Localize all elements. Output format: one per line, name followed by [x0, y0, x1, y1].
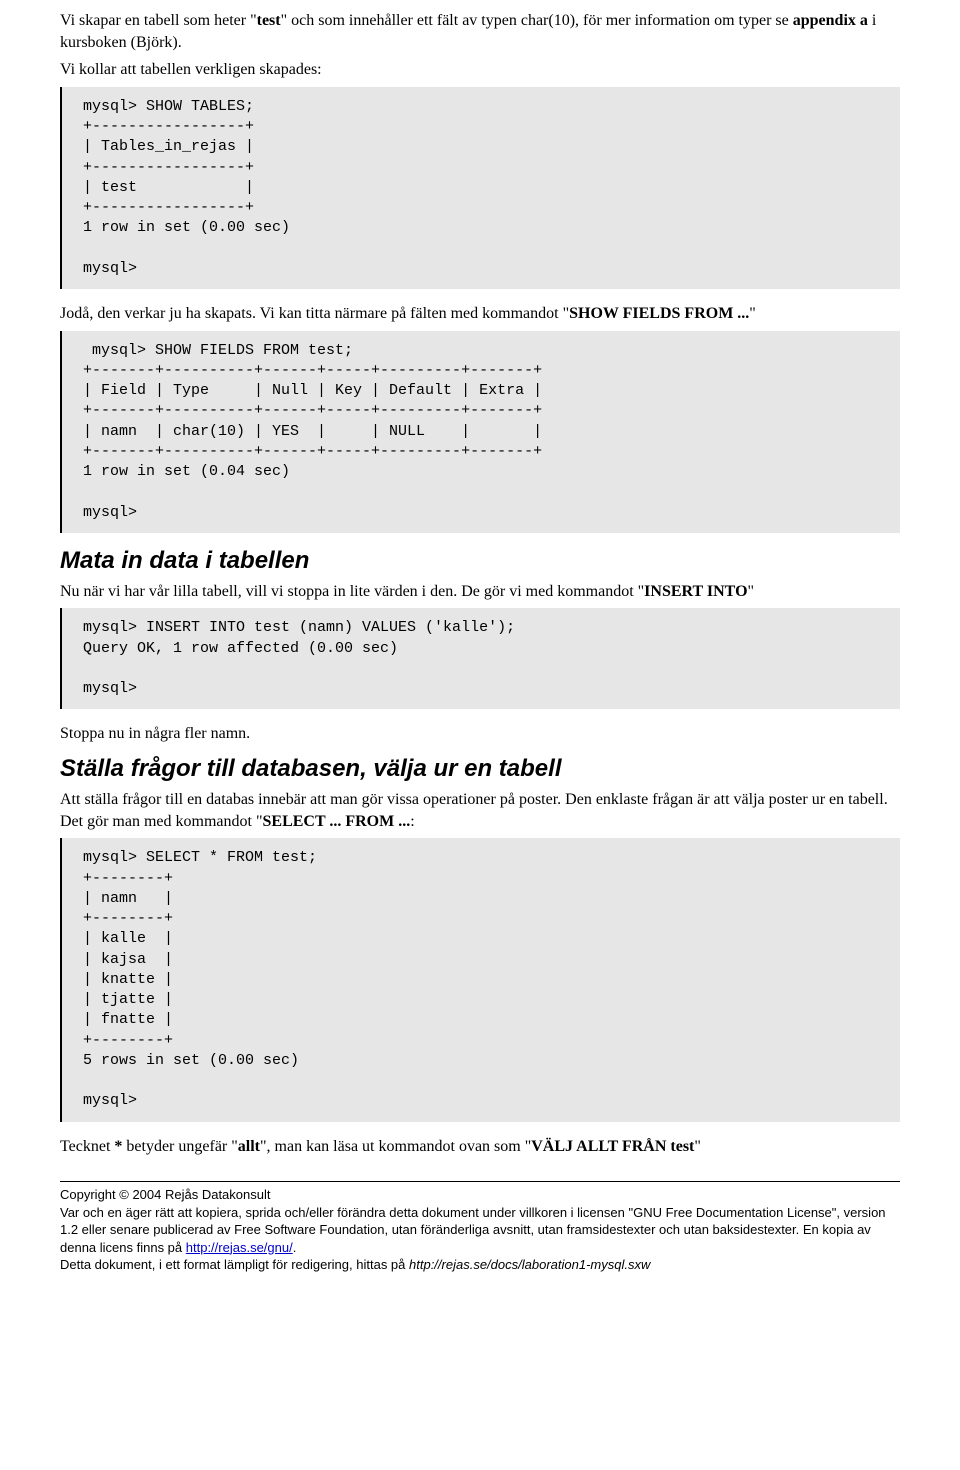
bold-text: test — [257, 12, 281, 29]
source-link: http://rejas.se/docs/laboration1-mysql.s… — [409, 1257, 650, 1272]
code-block-select: mysql> SELECT * FROM test; +--------+ | … — [60, 838, 900, 1121]
paragraph: Stoppa nu in några fler namn. — [60, 723, 900, 745]
text: . — [293, 1240, 297, 1255]
bold-text: SHOW FIELDS FROM ... — [569, 305, 749, 322]
paragraph: Att ställa frågor till en databas innebä… — [60, 789, 900, 832]
source-text: Detta dokument, i ett format lämpligt fö… — [60, 1257, 409, 1272]
license-text: Var och en äger rätt att kopiera, sprida… — [60, 1205, 886, 1255]
bold-text: INSERT INTO — [644, 583, 747, 600]
text: " — [749, 305, 756, 322]
paragraph: Nu när vi har vår lilla tabell, vill vi … — [60, 581, 900, 603]
text: " — [748, 583, 755, 600]
bold-text: allt — [238, 1138, 260, 1155]
text: Att ställa frågor till en databas innebä… — [60, 791, 888, 830]
bold-text: appendix a — [793, 12, 868, 29]
copyright-line: Copyright © 2004 Rejås Datakonsult — [60, 1187, 270, 1202]
text: : — [410, 813, 414, 830]
heading-stalla-fragor: Ställa frågor till databasen, välja ur e… — [60, 755, 900, 783]
text: betyder ungefär " — [122, 1138, 237, 1155]
paragraph: Jodå, den verkar ju ha skapats. Vi kan t… — [60, 303, 900, 325]
document-page: Vi skapar en tabell som heter "test" och… — [0, 0, 960, 1284]
paragraph-intro: Vi skapar en tabell som heter "test" och… — [60, 10, 900, 53]
bold-text: SELECT ... FROM ... — [263, 813, 411, 830]
code-block-show-tables: mysql> SHOW TABLES; +-----------------+ … — [60, 87, 900, 289]
text: " och som innehåller ett fält av typen c… — [281, 12, 793, 29]
text: Tecknet — [60, 1138, 114, 1155]
heading-mata-in-data: Mata in data i tabellen — [60, 547, 900, 575]
footer: Copyright © 2004 Rejås Datakonsult Var o… — [60, 1186, 900, 1274]
text: ", man kan läsa ut kommandot ovan som " — [260, 1138, 531, 1155]
bold-text: VÄLJ ALLT FRÅN test — [531, 1138, 694, 1155]
code-block-insert: mysql> INSERT INTO test (namn) VALUES ('… — [60, 608, 900, 709]
text: Jodå, den verkar ju ha skapats. Vi kan t… — [60, 305, 569, 322]
text: Vi skapar en tabell som heter " — [60, 12, 257, 29]
paragraph: Tecknet * betyder ungefär "allt", man ka… — [60, 1136, 900, 1158]
text: Nu när vi har vår lilla tabell, vill vi … — [60, 583, 644, 600]
text: " — [694, 1138, 701, 1155]
paragraph: Vi kollar att tabellen verkligen skapade… — [60, 59, 900, 81]
footer-rule — [60, 1181, 900, 1182]
code-block-show-fields: mysql> SHOW FIELDS FROM test; +-------+-… — [60, 331, 900, 533]
license-link[interactable]: http://rejas.se/gnu/ — [186, 1240, 293, 1255]
